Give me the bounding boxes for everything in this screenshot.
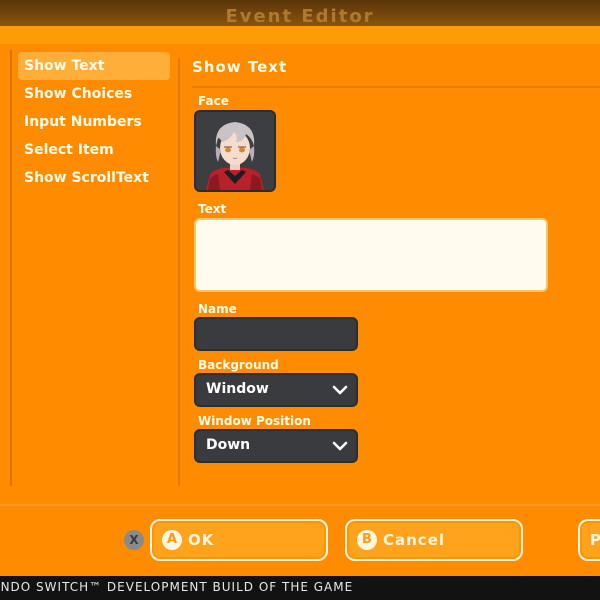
character-portrait-icon: [196, 112, 274, 190]
left-panel-edge: [0, 50, 12, 486]
command-item-select-item[interactable]: Select Item: [18, 136, 170, 164]
title-bar: Event Editor: [0, 0, 600, 26]
name-field[interactable]: [194, 317, 358, 351]
background-label: Background: [198, 358, 279, 372]
command-item-show-scrolltext[interactable]: Show ScrollText: [18, 164, 170, 192]
cancel-label: Cancel: [383, 531, 446, 549]
command-list: Show Text Show Choices Input Numbers Sel…: [18, 52, 170, 192]
command-item-show-choices[interactable]: Show Choices: [18, 80, 170, 108]
footer-bar: ENDO SWITCH™ DEVELOPMENT BUILD OF THE GA…: [0, 576, 600, 600]
window-position-value: Down: [206, 437, 251, 453]
a-button-icon: A: [162, 530, 182, 550]
window-position-select[interactable]: Down: [194, 429, 358, 463]
message-text-area[interactable]: [194, 218, 548, 292]
chevron-down-icon: [332, 441, 348, 451]
frame-strip: [0, 26, 600, 44]
section-title: Show Text: [192, 58, 288, 76]
window-title: Event Editor: [225, 6, 375, 26]
cancel-button[interactable]: B Cancel: [345, 519, 523, 561]
partial-button[interactable]: P: [578, 519, 600, 561]
partial-button-label: P: [590, 531, 600, 549]
name-label: Name: [198, 302, 237, 316]
panel-divider: [178, 58, 180, 486]
x-button-icon[interactable]: X: [124, 530, 144, 550]
show-text-form: Show Text Face Text Name Background Wind…: [192, 52, 600, 463]
footer-text: ENDO SWITCH™ DEVELOPMENT BUILD OF THE GA…: [0, 580, 354, 594]
background-value: Window: [206, 381, 269, 397]
ok-button[interactable]: A OK: [150, 519, 328, 561]
window-position-label: Window Position: [198, 414, 311, 428]
title-divider: [192, 86, 600, 88]
chevron-down-icon: [332, 385, 348, 395]
background-select[interactable]: Window: [194, 373, 358, 407]
face-label: Face: [198, 94, 229, 108]
ok-label: OK: [188, 531, 215, 549]
face-selector[interactable]: [194, 110, 276, 192]
command-item-show-text[interactable]: Show Text: [18, 52, 170, 80]
command-item-input-numbers[interactable]: Input Numbers: [18, 108, 170, 136]
text-label: Text: [198, 202, 227, 216]
b-button-icon: B: [357, 530, 377, 550]
event-editor-screen: Event Editor Show Text Show Choices Inpu…: [0, 0, 600, 600]
